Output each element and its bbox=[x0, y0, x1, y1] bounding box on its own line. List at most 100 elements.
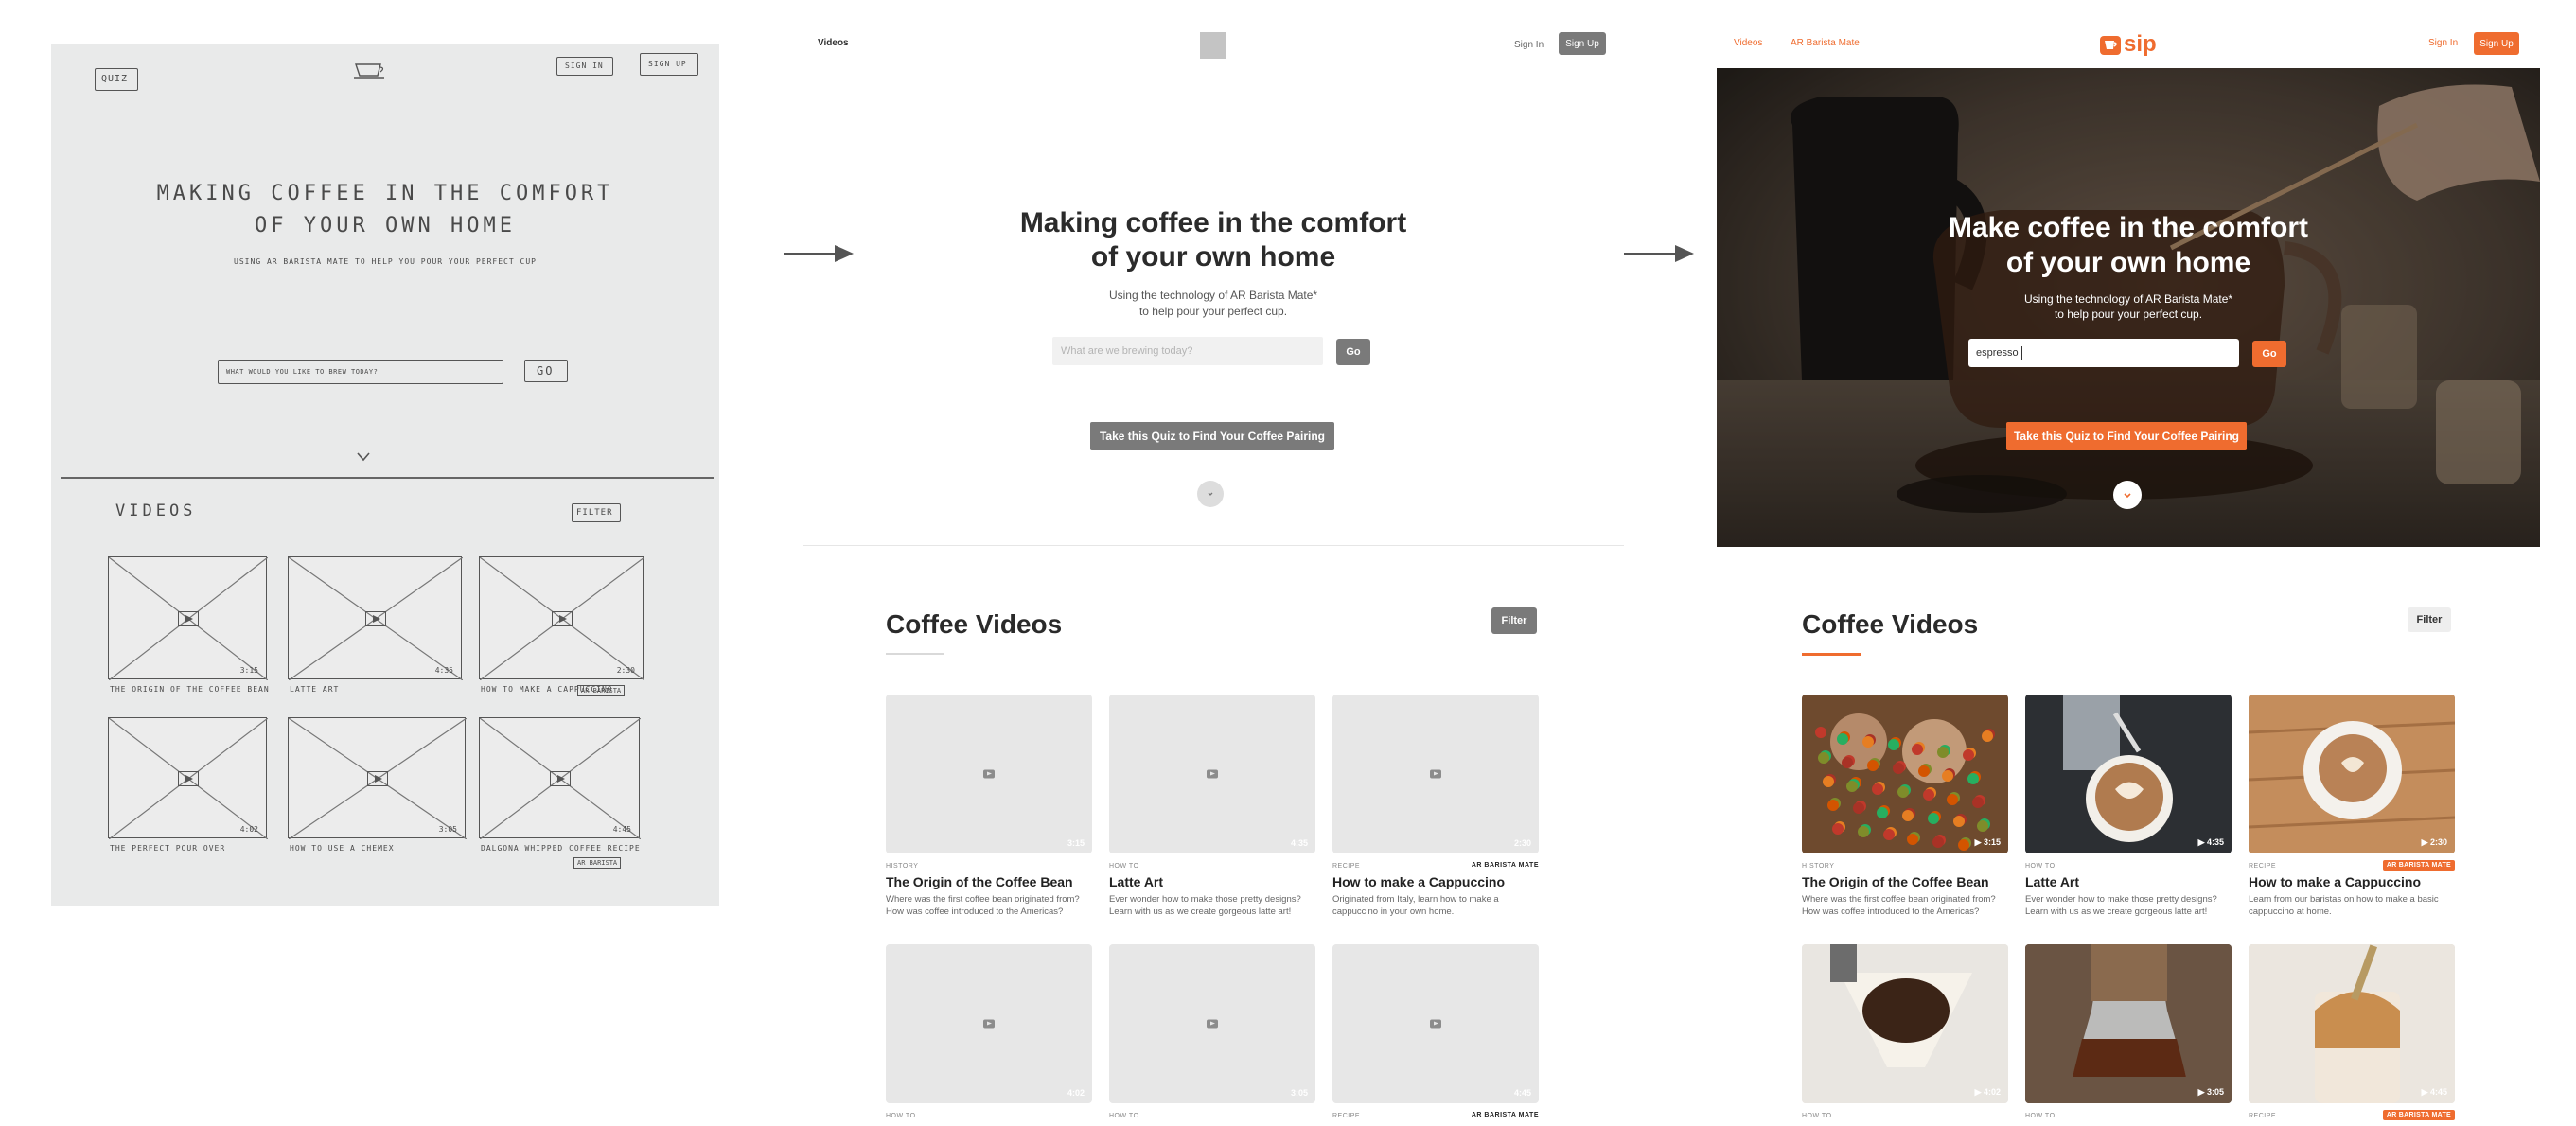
video-duration-value: 2:30 bbox=[2429, 837, 2447, 847]
sketch-duration: 4:45 bbox=[612, 825, 631, 834]
video-thumbnail[interactable]: 2:30 bbox=[1332, 695, 1539, 853]
play-icon bbox=[1207, 1019, 1218, 1029]
sketch-video-caption: HOW TO USE A CHEMEX bbox=[290, 844, 395, 853]
wire-nav-videos[interactable]: Videos bbox=[818, 38, 849, 48]
sketch-video-thumbnail: 2:30 bbox=[479, 556, 644, 680]
final-logo-text: sip bbox=[2124, 31, 2157, 57]
video-description: Where was the first coffee bean originat… bbox=[886, 894, 1080, 917]
final-title-underline bbox=[1802, 653, 1861, 656]
video-thumbnail[interactable]: 3:05 bbox=[1109, 944, 1315, 1103]
wire-divider bbox=[803, 545, 1624, 546]
video-title[interactable]: How to make a Cappuccino bbox=[1332, 874, 1505, 889]
final-logo[interactable]: sip bbox=[2099, 30, 2157, 59]
video-description: Originated from Italy, learn how to make… bbox=[1332, 894, 1499, 917]
sketch-hero-sub: USING AR BARISTA MATE TO HELP YOU POUR Y… bbox=[234, 257, 537, 266]
wire-nav-signin[interactable]: Sign In bbox=[1514, 40, 1544, 50]
sketch-signin-label: SIGN IN bbox=[565, 62, 604, 70]
play-icon: ▶ bbox=[2197, 837, 2207, 847]
video-photo bbox=[2249, 944, 2455, 1103]
video-thumbnail[interactable]: ▶ 3:15 bbox=[1802, 695, 2008, 853]
final-search-input[interactable]: espresso bbox=[1968, 339, 2239, 367]
chevron-down-icon bbox=[2124, 493, 2131, 499]
final-panel: Videos AR Barista Mate sip Sign In Sign … bbox=[1717, 21, 2540, 1126]
play-icon: ▶ bbox=[1974, 837, 1984, 847]
final-hero-line2: of your own home bbox=[2005, 247, 2251, 278]
video-thumbnail[interactable]: ▶ 4:02 bbox=[1802, 944, 2008, 1103]
video-thumbnail[interactable]: 3:15 bbox=[886, 695, 1092, 853]
wire-filter-button[interactable]: Filter bbox=[1491, 607, 1537, 634]
wire-signup-button[interactable]: Sign Up bbox=[1559, 32, 1606, 55]
final-nav-videos[interactable]: Videos bbox=[1734, 38, 1762, 48]
video-thumbnail[interactable]: 4:45 bbox=[1332, 944, 1539, 1103]
wire-sub-line2: to help pour your perfect cup. bbox=[1138, 305, 1288, 318]
play-icon: ▶ bbox=[2197, 1087, 2207, 1097]
sketch-video-thumbnail: 4:35 bbox=[288, 556, 463, 680]
video-category: HISTORY bbox=[1802, 863, 1835, 870]
video-photo bbox=[1802, 695, 2008, 853]
wire-search-input[interactable]: What are we brewing today? bbox=[1052, 337, 1323, 365]
sketch-video-thumbnail: 4:02 bbox=[108, 717, 268, 839]
video-thumbnail[interactable]: 4:35 bbox=[1109, 695, 1315, 853]
sketch-play-icon bbox=[178, 611, 199, 626]
final-nav-ar[interactable]: AR Barista Mate bbox=[1791, 38, 1860, 48]
video-thumbnail[interactable]: ▶ 2:30 bbox=[2249, 695, 2455, 853]
play-icon bbox=[1207, 769, 1218, 779]
video-duration: ▶ 4:35 bbox=[2198, 837, 2224, 848]
sketch-ar-tag: AR BARISTA bbox=[577, 685, 626, 696]
sketch-play-icon bbox=[365, 611, 386, 626]
sketch-video-caption: THE PERFECT POUR OVER bbox=[110, 844, 226, 853]
final-hero-line1: Make coffee in the comfort bbox=[1948, 212, 2309, 243]
video-category: HOW TO bbox=[1109, 1113, 1139, 1119]
video-thumbnail[interactable]: ▶ 3:05 bbox=[2025, 944, 2232, 1103]
video-category: RECIPE bbox=[1332, 863, 1361, 870]
video-title[interactable]: How to make a Cappuccino bbox=[2249, 874, 2421, 889]
video-title[interactable]: The Origin of the Coffee Bean bbox=[1802, 874, 1989, 889]
arrow-icon bbox=[1624, 245, 1694, 262]
video-category: HOW TO bbox=[1802, 1113, 1832, 1119]
final-scroll-down-button[interactable] bbox=[2113, 481, 2142, 509]
video-description: Ever wonder how to make those pretty des… bbox=[2025, 894, 2217, 917]
sketch-video-caption: LATTE ART bbox=[290, 685, 340, 694]
video-category: RECIPE bbox=[1332, 1113, 1361, 1119]
final-quiz-button[interactable]: Take this Quiz to Find Your Coffee Pairi… bbox=[2006, 422, 2247, 450]
video-photo bbox=[2025, 695, 2232, 853]
video-title[interactable]: Latte Art bbox=[2025, 874, 2079, 889]
play-icon: ▶ bbox=[1974, 1087, 1984, 1097]
sketch-play-icon bbox=[550, 771, 571, 786]
video-title[interactable]: The Origin of the Coffee Bean bbox=[886, 874, 1073, 889]
video-thumbnail[interactable]: ▶ 4:35 bbox=[2025, 695, 2232, 853]
sketch-quiz-box: QUIZ bbox=[95, 68, 138, 91]
play-icon bbox=[1430, 1019, 1441, 1029]
video-photo bbox=[1802, 944, 2008, 1103]
final-go-button[interactable]: Go bbox=[2252, 341, 2286, 367]
wire-scroll-down-button[interactable] bbox=[1197, 481, 1224, 507]
video-category: HOW TO bbox=[1109, 863, 1139, 870]
video-description: Where was the first coffee bean originat… bbox=[1802, 894, 1996, 917]
sketch-search-box: WHAT WOULD YOU LIKE TO BREW TODAY? bbox=[218, 360, 503, 384]
sketch-go-box: GO bbox=[524, 360, 568, 382]
video-duration: 3:15 bbox=[1067, 838, 1085, 848]
video-category: HOW TO bbox=[2025, 863, 2056, 870]
wire-logo-placeholder[interactable] bbox=[1200, 32, 1226, 59]
wire-sub-line1: Using the technology of AR Barista Mate* bbox=[1108, 289, 1318, 302]
play-icon bbox=[983, 769, 995, 779]
final-filter-button[interactable]: Filter bbox=[2408, 607, 2451, 632]
wire-go-button[interactable]: Go bbox=[1336, 339, 1370, 365]
wireframe-panel: Videos Sign In Sign Up Making coffee in … bbox=[803, 21, 1624, 1126]
video-photo bbox=[2025, 944, 2232, 1103]
final-sub-line2: to help pour your perfect cup. bbox=[2054, 308, 2203, 321]
video-duration: ▶ 4:45 bbox=[2422, 1087, 2447, 1098]
video-category: RECIPE bbox=[2249, 863, 2277, 870]
video-title[interactable]: Latte Art bbox=[1109, 874, 1163, 889]
video-duration-value: 3:05 bbox=[2206, 1087, 2224, 1097]
sketch-hero-line1: MAKING COFFEE IN THE COMFORT bbox=[156, 182, 614, 205]
sketch-duration: 3:15 bbox=[239, 666, 258, 675]
final-signup-button[interactable]: Sign Up bbox=[2474, 32, 2519, 55]
sketch-cup-icon bbox=[352, 59, 386, 79]
sketch-duration: 4:35 bbox=[434, 666, 453, 675]
video-thumbnail[interactable]: ▶ 4:45 bbox=[2249, 944, 2455, 1103]
wire-quiz-button[interactable]: Take this Quiz to Find Your Coffee Pairi… bbox=[1090, 422, 1334, 450]
final-nav-signin[interactable]: Sign In bbox=[2428, 38, 2458, 48]
video-thumbnail[interactable]: 4:02 bbox=[886, 944, 1092, 1103]
play-icon: ▶ bbox=[2421, 1087, 2430, 1097]
